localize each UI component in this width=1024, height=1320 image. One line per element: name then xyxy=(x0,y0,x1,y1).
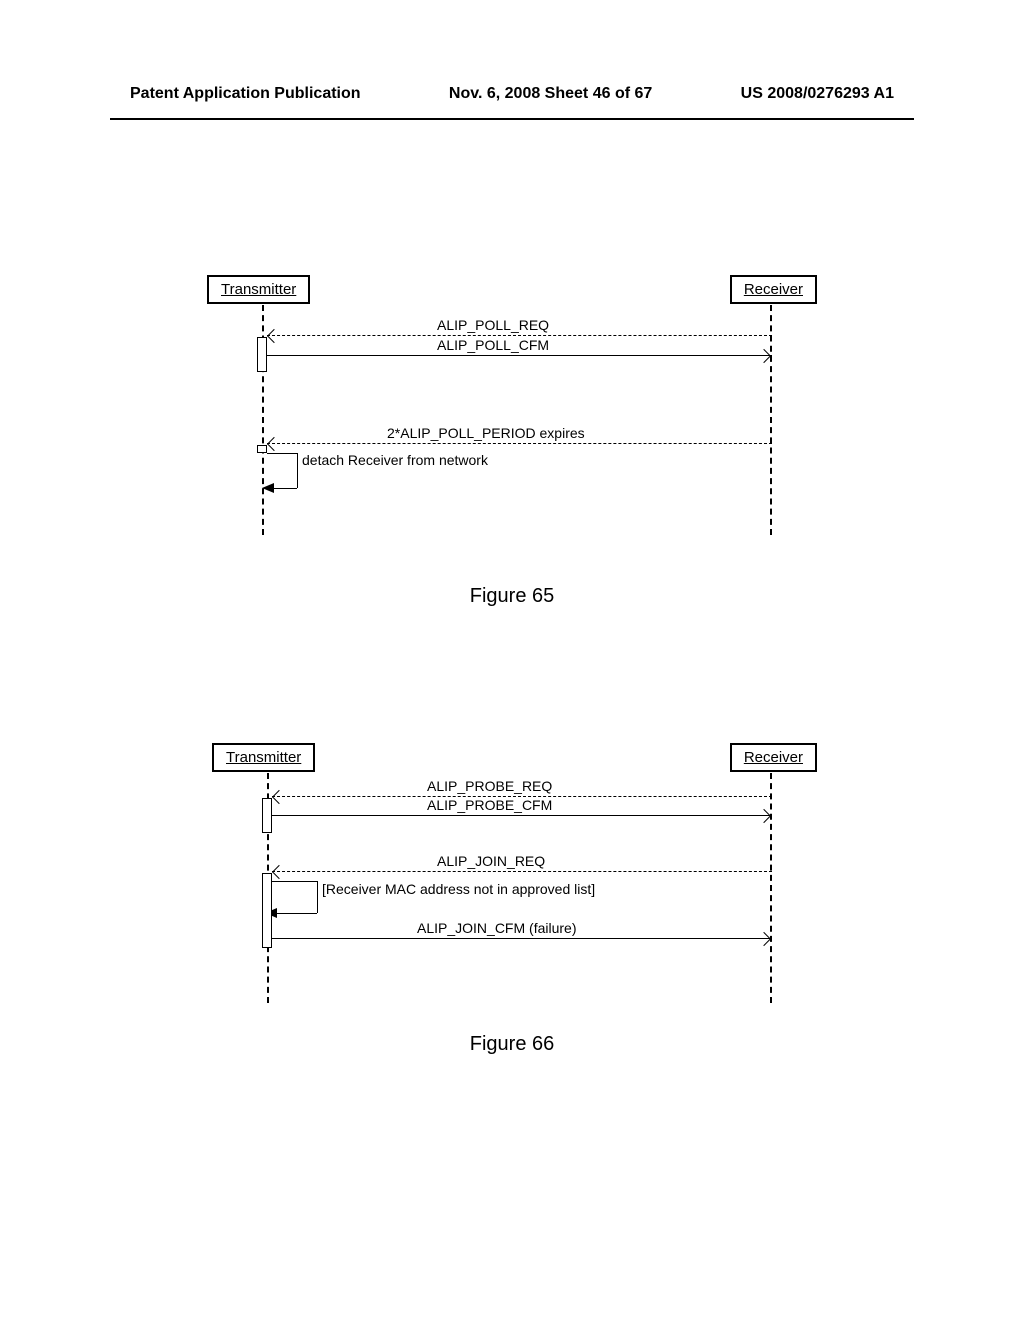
tx-activation-1 xyxy=(257,337,267,372)
self-top-66 xyxy=(272,881,317,882)
msg-probe-cfm-line xyxy=(272,815,772,816)
header-rule xyxy=(110,118,914,120)
msg-expires-label: 2*ALIP_POLL_PERIOD expires xyxy=(387,425,585,441)
self-bottom-66 xyxy=(272,913,317,914)
msg-probe-req-label: ALIP_PROBE_REQ xyxy=(427,778,552,794)
self-arrow xyxy=(262,483,274,493)
msg-join-cfm-label: ALIP_JOIN_CFM (failure) xyxy=(417,920,576,936)
msg-probe-cfm-arrow xyxy=(757,809,771,823)
msg-mac-label: [Receiver MAC address not in approved li… xyxy=(322,881,595,897)
receiver-box: Receiver xyxy=(730,743,817,772)
tx-activation-2 xyxy=(262,873,272,948)
msg-expires-line xyxy=(267,443,772,444)
receiver-box: Receiver xyxy=(730,275,817,304)
msg-poll-cfm-line xyxy=(267,355,772,356)
msg-join-req-line xyxy=(272,871,772,872)
msg-poll-req-arrow xyxy=(267,329,281,343)
msg-poll-cfm-label: ALIP_POLL_CFM xyxy=(437,337,549,353)
self-right-66 xyxy=(317,881,318,913)
figure-65-diagram: Transmitter Receiver ALIP_POLL_REQ ALIP_… xyxy=(207,275,817,535)
transmitter-box: Transmitter xyxy=(207,275,310,304)
receiver-lifeline xyxy=(770,773,772,1003)
tx-activation-1 xyxy=(262,798,272,833)
msg-detach-label: detach Receiver from network xyxy=(302,452,488,468)
page-header: Patent Application Publication Nov. 6, 2… xyxy=(0,0,1024,113)
msg-poll-req-label: ALIP_POLL_REQ xyxy=(437,317,549,333)
header-right: US 2008/0276293 A1 xyxy=(741,85,894,103)
self-right xyxy=(297,453,298,488)
msg-probe-req-arrow xyxy=(272,790,286,804)
tx-activation-2 xyxy=(257,445,267,453)
header-left: Patent Application Publication xyxy=(130,85,361,103)
msg-join-cfm-line xyxy=(272,938,772,939)
msg-poll-cfm-arrow xyxy=(757,349,771,363)
receiver-lifeline xyxy=(770,305,772,535)
msg-poll-req-line xyxy=(267,335,772,336)
msg-join-req-arrow xyxy=(272,865,286,879)
msg-expires-arrow xyxy=(267,437,281,451)
header-center: Nov. 6, 2008 Sheet 46 of 67 xyxy=(449,85,652,103)
transmitter-box: Transmitter xyxy=(212,743,315,772)
figure-66-caption: Figure 66 xyxy=(0,1033,1024,1056)
figure-66-diagram: Transmitter Receiver ALIP_PROBE_REQ ALIP… xyxy=(207,743,817,1003)
self-top xyxy=(267,453,297,454)
msg-probe-cfm-label: ALIP_PROBE_CFM xyxy=(427,797,552,813)
msg-join-cfm-arrow xyxy=(757,932,771,946)
figure-65-caption: Figure 65 xyxy=(0,585,1024,608)
msg-join-req-label: ALIP_JOIN_REQ xyxy=(437,853,545,869)
